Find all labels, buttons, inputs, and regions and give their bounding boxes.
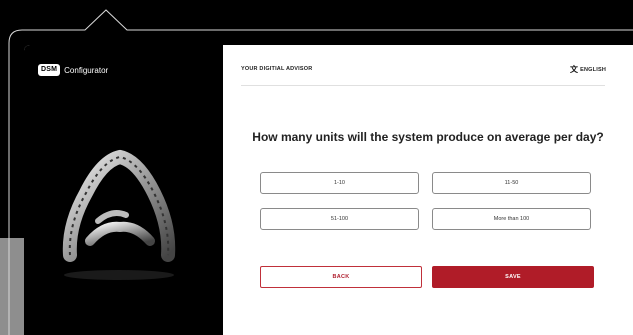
logo: DSM Configurator (38, 64, 108, 76)
left-panel: DSM Configurator (24, 45, 223, 335)
logo-text: Configurator (64, 65, 109, 75)
right-panel: YOUR DIGITIAL ADVISOR 文 ENGLISH How many… (223, 45, 633, 335)
translate-icon: 文 (569, 65, 579, 74)
option-label: 1-10 (333, 180, 345, 186)
language-selector[interactable]: 文 ENGLISH (570, 64, 606, 75)
option-label: 11-50 (504, 180, 519, 186)
language-label: ENGLISH (580, 66, 606, 73)
header-divider (241, 85, 605, 86)
configurator-window: DSM Configurator YOUR DIGITIAL ADVISOR 文… (24, 45, 633, 335)
option-more-than-100[interactable]: More than 100 (432, 208, 591, 230)
dental-bridge-image (62, 149, 176, 280)
back-button-label: BACK (332, 274, 350, 280)
save-button-label: SAVE (505, 274, 521, 280)
option-label: More than 100 (493, 216, 530, 222)
option-label: 51-100 (330, 216, 349, 222)
option-11-50[interactable]: 11-50 (432, 172, 591, 194)
advisor-label: YOUR DIGITIAL ADVISOR (241, 66, 313, 72)
option-51-100[interactable]: 51-100 (260, 208, 419, 230)
question-title: How many units will the system produce o… (252, 130, 604, 144)
option-1-10[interactable]: 1-10 (260, 172, 419, 194)
save-button[interactable]: SAVE (432, 266, 594, 288)
back-button[interactable]: BACK (260, 266, 422, 288)
logo-badge: DSM (38, 64, 61, 76)
